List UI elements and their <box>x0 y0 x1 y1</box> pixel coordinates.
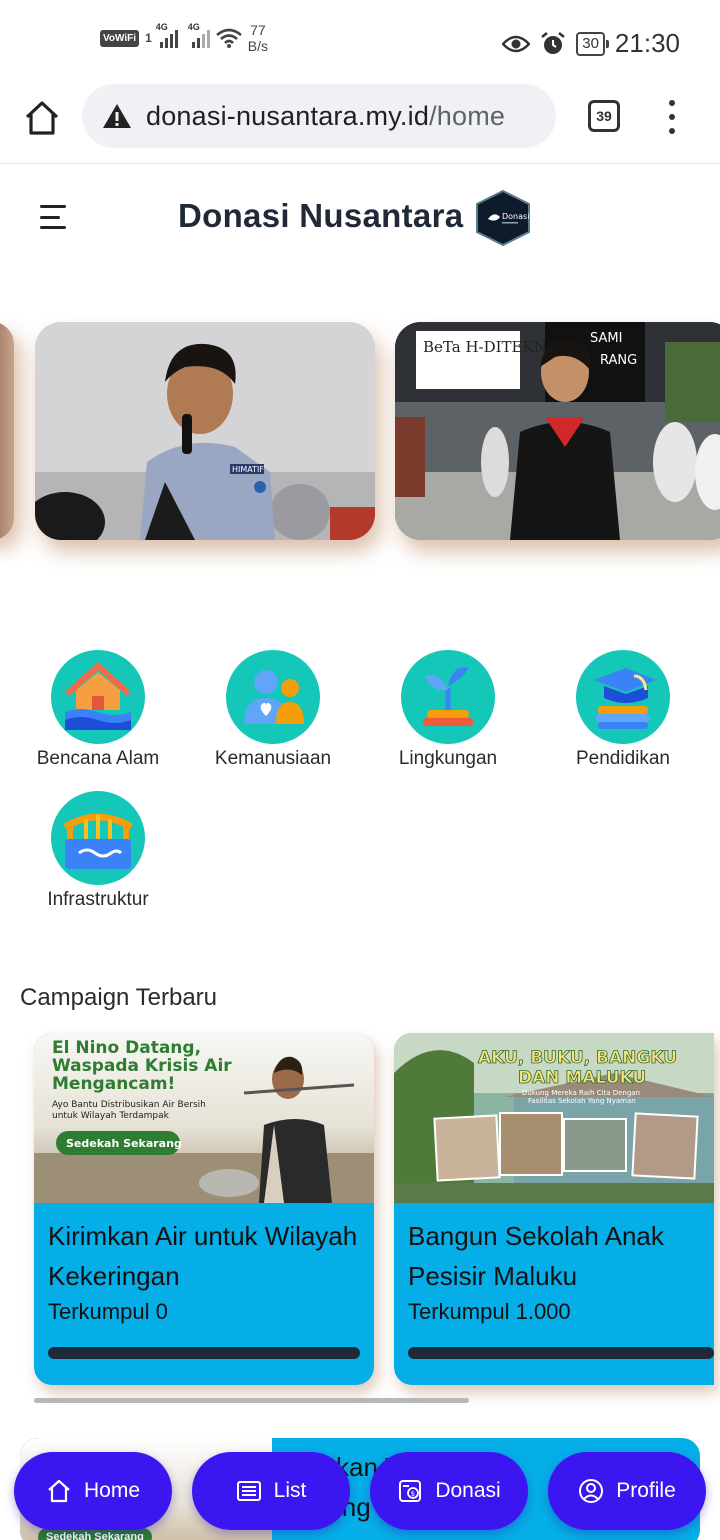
profile-icon <box>579 1479 604 1503</box>
svg-text:untuk Wilayah Terdampak: untuk Wilayah Terdampak <box>52 1111 170 1121</box>
category-bencana-alam[interactable]: Bencana Alam <box>23 650 173 770</box>
people-heart-icon <box>226 650 320 744</box>
svg-text:Mengancam!: Mengancam! <box>52 1074 175 1094</box>
wifi-icon <box>215 28 242 48</box>
url-domain: donasi-nusantara.my.id <box>146 100 430 131</box>
category-label: Infrastruktur <box>47 889 149 910</box>
eye-icon <box>502 35 531 52</box>
menu-icon[interactable] <box>40 205 68 229</box>
svg-text:RANG: RANG <box>600 353 637 368</box>
hero-carousel[interactable]: HIMATIF BeTa H-DITEKNIK SAMI RANG <box>0 300 720 580</box>
nav-label: Home <box>83 1479 141 1502</box>
house-disaster-icon <box>51 650 145 744</box>
hero-slide[interactable]: HIMATIF <box>35 322 375 540</box>
network-type: 4G <box>187 22 200 32</box>
svg-text:Fasilitas Sekolah Yang Nyaman: Fasilitas Sekolah Yang Nyaman <box>528 1097 636 1105</box>
campaign-title: Kirimkan Air untuk Wilayah Kekeringan <box>48 1221 358 1291</box>
browser-menu-icon[interactable] <box>664 100 680 134</box>
network-speed: 77 B/s <box>248 22 268 54</box>
category-infrastruktur[interactable]: Infrastruktur <box>23 791 173 911</box>
network-type: 4G <box>155 22 168 32</box>
banner-button-text: Sedekah Sekarang <box>66 1137 182 1150</box>
home-icon <box>48 1479 70 1503</box>
nav-profile-button[interactable]: Profile <box>548 1452 706 1530</box>
graduation-cap-icon <box>576 650 670 744</box>
url-path: /home <box>429 100 506 131</box>
signal-icon: 4G <box>156 22 178 48</box>
campaign-progress <box>48 1347 360 1359</box>
warning-icon[interactable] <box>102 102 132 130</box>
campaign-title: Bangun Sekolah Anak Pesisir Maluku <box>408 1221 664 1291</box>
sim-number: 1 <box>145 31 152 45</box>
list-icon <box>236 1481 261 1501</box>
svg-text:Waspada Krisis Air: Waspada Krisis Air <box>52 1056 232 1076</box>
nav-label: Donasi <box>435 1479 501 1502</box>
svg-text:$: $ <box>411 1490 415 1498</box>
nav-donasi-button[interactable]: $ Donasi <box>370 1452 528 1530</box>
hero-slide-previous[interactable] <box>0 322 14 540</box>
app-header: Donasi Nusantara Donasi <box>0 165 720 275</box>
category-label: Kemanusiaan <box>214 748 332 769</box>
campaign-card[interactable]: AKU, BUKU, BANGKU DAN MALUKU Dukung Mere… <box>394 1033 714 1385</box>
speed-value: 77 <box>250 22 266 38</box>
battery-indicator: 30 <box>576 31 609 56</box>
svg-text:DAN MALUKU: DAN MALUKU <box>518 1068 646 1088</box>
campaign-image: AKU, BUKU, BANGKU DAN MALUKU Dukung Mere… <box>394 1033 714 1203</box>
nav-label: List <box>273 1479 307 1502</box>
section-title: Campaign Terbaru <box>20 984 218 1011</box>
category-kemanusiaan[interactable]: Kemanusiaan <box>198 650 348 770</box>
vowifi-badge: VoWiFi <box>100 29 140 47</box>
tab-switcher-button[interactable]: 39 <box>588 100 620 132</box>
campaign-progress <box>408 1347 714 1359</box>
category-label: Pendidikan <box>575 748 671 769</box>
category-pendidikan[interactable]: Pendidikan <box>548 650 698 770</box>
alarm-icon <box>541 31 566 54</box>
event-photo: BeTa H-DITEKNIK SAMI RANG <box>395 322 720 540</box>
signal-icon: 4G <box>188 22 210 48</box>
horizontal-scrollbar[interactable] <box>34 1398 469 1403</box>
logo-text: Donasi <box>502 212 529 221</box>
app-logo[interactable]: Donasi <box>472 189 534 247</box>
campaign-card[interactable]: El Nino Datang, Waspada Krisis Air Menga… <box>34 1033 374 1385</box>
bridge-icon <box>51 791 145 885</box>
svg-text:El Nino Datang,: El Nino Datang, <box>52 1038 201 1058</box>
svg-text:AKU, BUKU, BANGKU: AKU, BUKU, BANGKU <box>478 1048 677 1068</box>
status-bar: VoWiFi 1 4G 4G 77 B/s 30 21:30 <box>0 0 720 80</box>
url-text: donasi-nusantara.my.id/home <box>146 101 505 132</box>
address-bar[interactable]: donasi-nusantara.my.id/home <box>82 84 556 148</box>
nav-list-button[interactable]: List <box>192 1452 350 1530</box>
status-left: VoWiFi 1 4G 4G 77 B/s <box>100 22 268 54</box>
campaign-collected: Terkumpul 1.000 <box>408 1299 571 1324</box>
category-label: Lingkungan <box>398 748 498 769</box>
speed-unit: B/s <box>247 38 268 54</box>
plant-sprout-icon <box>401 650 495 744</box>
category-lingkungan[interactable]: Lingkungan <box>373 650 523 770</box>
svg-text:Ayo Bantu Distribusikan Air Be: Ayo Bantu Distribusikan Air Bersih <box>52 1100 206 1110</box>
donate-icon: $ <box>399 1480 422 1502</box>
category-label: Bencana Alam <box>36 748 160 769</box>
campaign-collected: Terkumpul 0 <box>48 1299 168 1324</box>
hero-slide[interactable]: BeTa H-DITEKNIK SAMI RANG <box>395 322 720 540</box>
nav-home-button[interactable]: Home <box>14 1452 172 1530</box>
nav-label: Profile <box>616 1479 676 1502</box>
app-title: Donasi Nusantara <box>178 197 464 234</box>
speaker-photo: HIMATIF <box>35 322 375 540</box>
sign-text: BeTa H-DITEKNIK <box>423 338 565 356</box>
browser-home-icon[interactable] <box>22 98 62 138</box>
svg-text:Dukung Mereka Raih Cita Dengan: Dukung Mereka Raih Cita Dengan <box>522 1089 640 1097</box>
status-right: 30 21:30 <box>502 28 680 59</box>
svg-text:SAMI: SAMI <box>590 331 622 346</box>
clock: 21:30 <box>614 28 680 58</box>
campaign-image: El Nino Datang, Waspada Krisis Air Menga… <box>34 1033 374 1203</box>
browser-toolbar: donasi-nusantara.my.id/home 39 <box>0 80 720 164</box>
badge-text: HIMATIF <box>232 465 264 474</box>
